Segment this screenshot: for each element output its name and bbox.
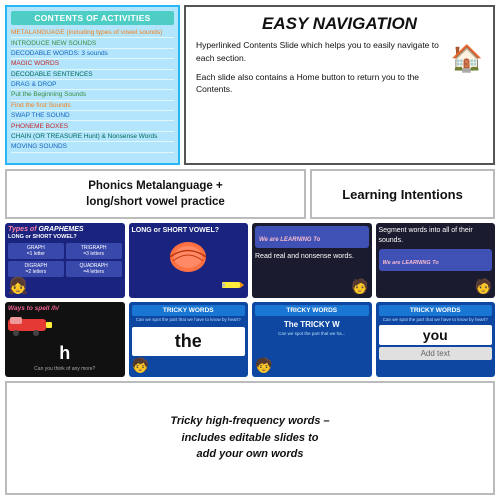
list-item: INTRODUCE NEW SOUNDS <box>11 38 174 48</box>
ways-spell-slide: Ways to spell /h/ h Can you think of any… <box>5 302 125 377</box>
list-item: PHONEME BOXES <box>11 121 174 131</box>
long-short-title: LONG or SHORT VOWEL? <box>132 227 246 234</box>
tricky-desc-text: Tricky high-frequency words – includes e… <box>170 413 329 463</box>
easy-nav-para1: Hyperlinked Contents Slide which helps y… <box>196 39 483 65</box>
page: CONTENTS OF ACTIVITIES METALANGUAGE (inc… <box>0 0 500 500</box>
li-text-2-pre: Segment words into all of their sounds. <box>379 226 493 246</box>
graph-box: GRAPH=1 letter <box>8 243 64 259</box>
li-badge-1: We are LEARNING To <box>255 226 369 248</box>
shell-icon <box>168 239 208 274</box>
tricky-slide-3: TRICKY WORDS Can we spot the part that w… <box>376 302 496 377</box>
tricky-word-the: the <box>132 327 246 356</box>
house-icon: 🏠 <box>451 39 483 78</box>
phonics-panel: Phonics Metalanguage + long/short vowel … <box>5 169 306 219</box>
li-text-1: Read real and nonsense words. <box>255 252 369 262</box>
train-container <box>8 314 122 341</box>
li-slide-1: We are LEARNING To Read real and nonsens… <box>252 223 372 298</box>
person-icon: 👧 <box>8 276 28 296</box>
li-slide-2: Segment words into all of their sounds. … <box>376 223 496 298</box>
tricky-sub-1: Can we spot the part that we have to kno… <box>132 317 246 322</box>
tricky-sub-3: Can we spot the part that we have to kno… <box>379 317 493 322</box>
graphemes-subtitle: LONG or SHORT VOWEL? <box>8 234 122 240</box>
tricky-slide-2: TRICKY WORDS The TRICKY W Can we spot th… <box>252 302 372 377</box>
ways-title: Ways to spell /h/ <box>8 305 122 312</box>
tricky-person-2: 🧒 <box>255 357 272 374</box>
list-item: MAGIC WORDS <box>11 59 174 69</box>
list-item: CHAIN (OR TREASURE Hunt) & Nonsense Word… <box>11 132 174 142</box>
list-item: Put the Beginning Sounds <box>11 90 174 100</box>
row5: Tricky high-frequency words – includes e… <box>5 381 495 495</box>
contents-title: CONTENTS OF ACTIVITIES <box>11 11 174 25</box>
row1: CONTENTS OF ACTIVITIES METALANGUAGE (inc… <box>5 5 495 165</box>
list-item: METALANGUAGE (including types of vowel s… <box>11 28 174 38</box>
ways-sub: Can you think of any more? <box>8 366 122 372</box>
ways-letter: h <box>8 343 122 364</box>
li-figure-2: 🧑 <box>475 278 492 295</box>
phonics-title: Phonics Metalanguage + long/short vowel … <box>86 178 225 210</box>
easy-nav-panel: EASY NAVIGATION 🏠 Hyperlinked Contents S… <box>184 5 495 165</box>
tricky-word-banner: The TRICKY W <box>255 320 369 329</box>
contents-list: METALANGUAGE (including types of vowel s… <box>11 28 174 153</box>
tricky-header-3: TRICKY WORDS <box>379 305 493 316</box>
learning-intentions-panel: Learning Intentions <box>310 169 495 219</box>
tricky-person-1: 🧒 <box>132 357 149 374</box>
tricky-sub-2: Can we spot the part that we ha... <box>255 331 369 336</box>
thumbnail-row2: Ways to spell /h/ h Can you think of any… <box>5 302 495 377</box>
tricky-slide-1: TRICKY WORDS Can we spot the part that w… <box>129 302 249 377</box>
list-item: Find the first Sounds <box>11 101 174 111</box>
list-item: DRAG & DROP <box>11 80 174 90</box>
easy-nav-body: 🏠 Hyperlinked Contents Slide which helps… <box>196 39 483 96</box>
li-badge-2: We are LEARNING To <box>379 249 493 271</box>
easy-nav-para2: Each slide also contains a Home button t… <box>196 71 483 97</box>
pencil-icon <box>222 276 244 294</box>
list-item: MOVING SOUNDS <box>11 142 174 152</box>
digraph-box: DIGRAPH=2 letters <box>8 261 64 277</box>
list-item: DECODABLE WORDS: 3 sounds <box>11 49 174 59</box>
tricky-header-1: TRICKY WORDS <box>132 305 246 316</box>
long-short-slide: LONG or SHORT VOWEL? <box>129 223 249 298</box>
grapheme-grid: GRAPH=1 letter TRIGRAPH=3 letters DIGRAP… <box>8 243 122 277</box>
tricky-word-you: you <box>379 325 493 345</box>
pencil-shape <box>222 281 244 289</box>
thumbnail-row1: Types of GRAPHEMES LONG or SHORT VOWEL? … <box>5 223 495 298</box>
list-item: SWAP THE SOUND <box>11 111 174 121</box>
graphemes-title: Types of GRAPHEMES <box>8 226 122 233</box>
learning-intentions-title: Learning Intentions <box>342 187 463 202</box>
row2: Phonics Metalanguage + long/short vowel … <box>5 169 495 219</box>
li-figure-1: 🧑 <box>351 278 368 295</box>
contents-panel: CONTENTS OF ACTIVITIES METALANGUAGE (inc… <box>5 5 180 165</box>
train-icon <box>8 314 53 336</box>
trigraph-box: TRIGRAPH=3 letters <box>66 243 122 259</box>
tricky-header-2: TRICKY WORDS <box>255 305 369 316</box>
tricky-addtext: Add text <box>379 347 493 360</box>
quadraph-box: QUADRAPH=4 letters <box>66 261 122 277</box>
shell-container <box>132 239 246 274</box>
graphemes-slide: Types of GRAPHEMES LONG or SHORT VOWEL? … <box>5 223 125 298</box>
list-item: DECODABLE SENTENCES <box>11 70 174 80</box>
easy-nav-title: EASY NAVIGATION <box>196 14 483 34</box>
tricky-desc-panel: Tricky high-frequency words – includes e… <box>5 381 495 495</box>
